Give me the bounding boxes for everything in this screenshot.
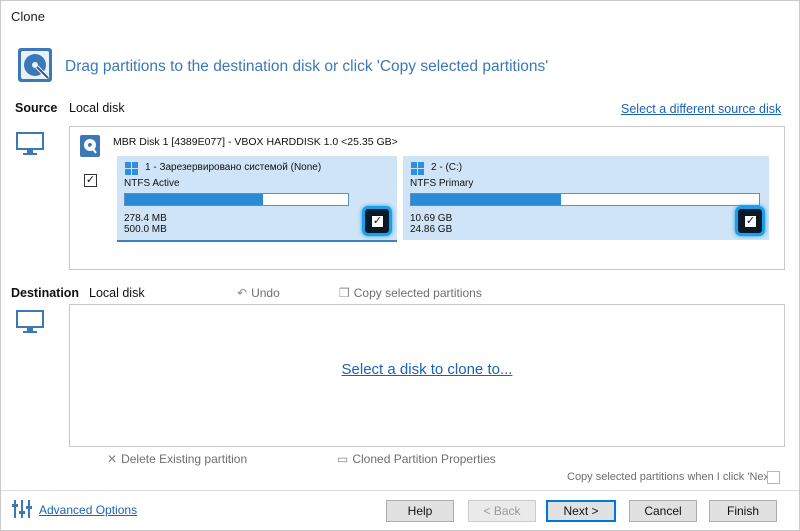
source-partition-1[interactable]: 1 - Зарезервировано системой (None) NTFS… (117, 156, 397, 242)
back-button[interactable]: < Back (468, 500, 536, 522)
partition-used-size: 10.69 GB (410, 213, 453, 224)
select-disk-to-clone-link[interactable]: Select a disk to clone to... (342, 361, 513, 378)
partition-total-size: 24.86 GB (410, 224, 453, 235)
properties-icon: ▭ (337, 452, 349, 466)
cloned-props-label: Cloned Partition Properties (352, 452, 496, 466)
undo-button[interactable]: ↶ Undo (237, 286, 280, 300)
cloned-partition-properties-button[interactable]: ▭ Cloned Partition Properties (337, 452, 496, 466)
copy-selected-partitions-button[interactable]: ❐ Copy selected partitions (339, 286, 482, 300)
partition-total-size: 500.0 MB (124, 224, 167, 235)
partition-1-checkbox[interactable]: ✓ (362, 206, 392, 236)
select-disk-to-clone-link-wrap: Select a disk to clone to... (69, 361, 785, 378)
delete-x-icon: ✕ (107, 452, 118, 466)
help-button[interactable]: Help (386, 500, 454, 522)
source-partition-2[interactable]: 2 - (C:) NTFS Primary 10.69 GB 24.86 GB … (403, 156, 769, 240)
partition-title: 1 - Зарезервировано системой (None) (145, 162, 322, 173)
source-disk-type: Local disk (69, 101, 125, 115)
windows-logo-icon (411, 162, 424, 175)
header-instruction: Drag partitions to the destination disk … (65, 58, 549, 75)
delete-existing-partition-button[interactable]: ✕ Delete Existing partition (107, 452, 247, 466)
delete-existing-label: Delete Existing partition (121, 452, 248, 466)
source-disk-info: MBR Disk 1 [4389E077] - VBOX HARDDISK 1.… (113, 136, 398, 148)
destination-disk-type: Local disk (89, 286, 145, 300)
footer-divider (1, 490, 799, 491)
destination-monitor-icon (16, 310, 44, 333)
partition-2-checkbox[interactable]: ✓ (735, 206, 765, 236)
window-title: Clone (11, 9, 45, 24)
source-monitor-icon (16, 132, 44, 155)
source-label: Source (15, 101, 58, 115)
undo-icon: ↶ (237, 286, 248, 300)
copy-on-next-label: Copy selected partitions when I click 'N… (567, 471, 775, 483)
windows-logo-icon (125, 162, 138, 175)
partition-filesystem: NTFS Primary (410, 178, 474, 189)
select-different-source-link[interactable]: Select a different source disk (621, 102, 781, 116)
clone-dialog: Clone Drag partitions to the destination… (0, 0, 800, 531)
hard-disk-icon (80, 135, 100, 157)
partition-usage-bar (124, 193, 349, 206)
partition-used-size: 278.4 MB (124, 213, 167, 224)
copy-on-next-checkbox[interactable] (767, 471, 780, 484)
source-disk-checkbox[interactable]: ✓ (84, 174, 97, 187)
cancel-button[interactable]: Cancel (629, 500, 697, 522)
partition-filesystem: NTFS Active (124, 178, 180, 189)
finish-button[interactable]: Finish (709, 500, 777, 522)
partition-title: 2 - (C:) (431, 162, 463, 173)
clone-disk-icon (18, 48, 52, 82)
undo-label: Undo (251, 286, 280, 300)
partition-usage-bar (410, 193, 760, 206)
copy-selected-label: Copy selected partitions (353, 286, 482, 300)
advanced-options-link[interactable]: Advanced Options (39, 503, 137, 517)
next-button[interactable]: Next > (546, 500, 616, 522)
copy-icon: ❐ (339, 286, 350, 300)
advanced-options-sliders-icon (12, 500, 32, 518)
destination-label: Destination (11, 286, 80, 300)
